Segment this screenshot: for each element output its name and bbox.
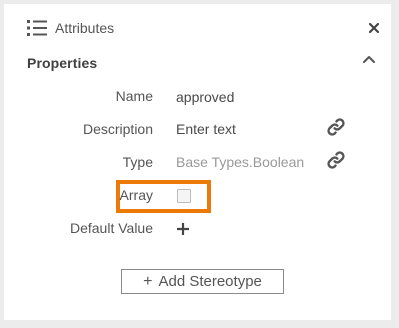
default-value-label: Default Value xyxy=(69,220,153,236)
list-icon xyxy=(27,20,47,36)
type-field[interactable]: Base Types.Boolean xyxy=(176,153,304,171)
chevron-up-icon[interactable] xyxy=(361,53,377,65)
description-field[interactable]: Enter text xyxy=(176,120,236,138)
description-label: Description xyxy=(82,121,153,137)
add-stereotype-label: Add Stereotype xyxy=(158,273,262,290)
type-link-icon[interactable] xyxy=(325,149,347,171)
name-field[interactable]: approved xyxy=(176,88,234,106)
plus-icon[interactable] xyxy=(176,222,190,236)
close-icon[interactable] xyxy=(367,21,381,35)
add-stereotype-button[interactable]: + Add Stereotype xyxy=(121,269,284,294)
attributes-panel: Attributes Properties Name approved Desc… xyxy=(4,4,391,320)
description-link-icon[interactable] xyxy=(325,116,347,138)
type-label: Type xyxy=(122,154,153,170)
array-label: Array xyxy=(119,187,153,203)
name-label: Name xyxy=(115,88,153,104)
add-icon: + xyxy=(143,272,153,290)
panel-title: Attributes xyxy=(55,20,115,36)
section-title-properties[interactable]: Properties xyxy=(27,54,97,72)
array-checkbox[interactable] xyxy=(177,189,191,203)
